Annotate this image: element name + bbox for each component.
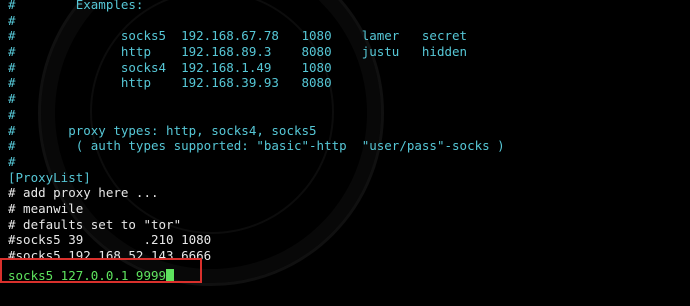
proxylist-section-header: [ProxyList] bbox=[8, 169, 91, 185]
terminal-line: # Examples: bbox=[8, 0, 144, 12]
terminal-line: # socks4 192.168.1.49 1080 bbox=[8, 59, 332, 75]
terminal-line: # proxy types: http, socks4, socks5 bbox=[8, 122, 317, 138]
terminal-line: # http 192.168.39.93 8080 bbox=[8, 75, 332, 91]
terminal-line: # ( auth types supported: "basic"-http "… bbox=[8, 138, 505, 154]
terminal-line: # add proxy here ... bbox=[8, 185, 159, 201]
terminal-line: # socks5 192.168.67.78 1080 lamer secret bbox=[8, 28, 468, 44]
redacted-proxy-line: #socks5 39 .210 1080 bbox=[8, 232, 212, 248]
terminal-line: # bbox=[8, 106, 16, 122]
terminal-text-area[interactable]: # Examples: # # socks5 192.168.67.78 108… bbox=[8, 0, 690, 283]
terminal-line: # defaults set to "tor" bbox=[8, 216, 182, 232]
terminal-line: # http 192.168.89.3 8080 justu hidden bbox=[8, 44, 468, 60]
terminal-line: # meanwile bbox=[8, 200, 84, 216]
terminal-line: # bbox=[8, 91, 16, 107]
terminal-line: # bbox=[8, 12, 16, 28]
terminal-window[interactable]: # Examples: # # socks5 192.168.67.78 108… bbox=[0, 0, 690, 306]
highlight-box bbox=[0, 258, 202, 283]
terminal-line: # bbox=[8, 153, 16, 169]
